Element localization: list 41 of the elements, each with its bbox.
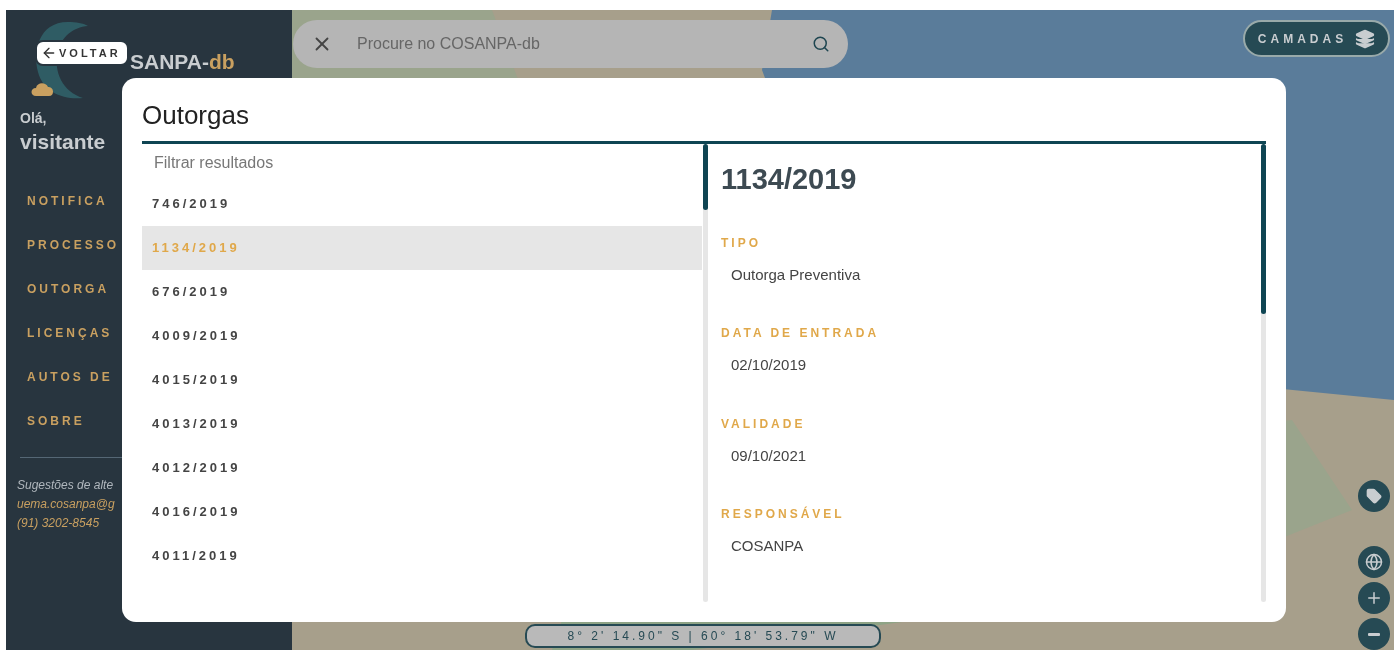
contact-text: Sugestões de alte (17, 477, 114, 494)
layers-button[interactable]: CAMADAS (1243, 20, 1390, 57)
coordinates-display: 8° 2' 14.90" S | 60° 18' 53.79" W (525, 624, 881, 648)
result-item[interactable]: 4012/2019 (142, 446, 702, 490)
user-name: visitante (20, 129, 106, 155)
result-item[interactable]: 746/2019 (142, 182, 702, 226)
field-value: 02/10/2019 (731, 355, 808, 375)
layers-icon (1355, 28, 1376, 49)
contact-text: uema.cosanpa@g (17, 496, 115, 513)
greeting: Olá, (20, 109, 47, 128)
field-label: TIPO (721, 234, 762, 252)
nav-link[interactable]: OUTORGA (27, 280, 110, 298)
field-label: RESPONSÁVEL (721, 505, 846, 523)
globe-icon (1365, 553, 1383, 571)
nav-link[interactable]: SOBRE (27, 412, 85, 430)
search-field[interactable]: Procure no COSANPA-db (293, 20, 848, 68)
field-value: COSANPA (731, 536, 805, 556)
plus-icon (1365, 589, 1383, 607)
logo-text: SANPA-db (130, 49, 235, 76)
field-label: VALIDADE (721, 415, 807, 433)
field-label: DATA DE ENTRADA (721, 325, 881, 342)
nav-link[interactable]: NOTIFICA (27, 192, 108, 210)
result-item[interactable]: 4011/2019 (142, 534, 702, 578)
nav-link[interactable]: AUTOS DE (27, 368, 113, 386)
result-item[interactable]: 4015/2019 (142, 358, 702, 402)
field-value: Outorga Preventiva (731, 264, 862, 285)
tag-icon (1366, 488, 1382, 504)
result-item[interactable]: 4009/2019 (142, 314, 702, 358)
dialog-title: Outorgas (142, 99, 250, 132)
result-item[interactable]: 4013/2019 (142, 402, 702, 446)
nav-link[interactable]: LICENÇAS (27, 324, 113, 342)
result-item[interactable]: 4016/2019 (142, 490, 702, 534)
filter-field[interactable]: Filtrar resultados (142, 144, 702, 182)
detail-title: 1134/2019 (721, 162, 858, 197)
result-item[interactable]: 676/2019 (142, 270, 702, 314)
search-icon[interactable] (812, 35, 830, 53)
back-button[interactable]: VOLTAR (35, 40, 129, 66)
nav-link[interactable]: PROCESSO (27, 236, 119, 254)
minus-icon (1368, 632, 1380, 636)
contact-text: (91) 3202-8545 (17, 515, 100, 532)
field-value: 09/10/2021 (731, 445, 808, 466)
